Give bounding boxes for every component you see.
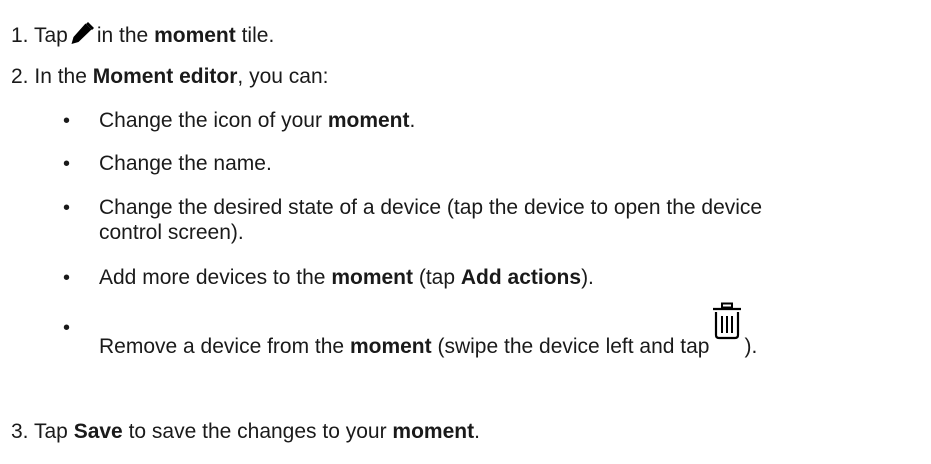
- bullet-marker: •: [63, 317, 71, 339]
- step-2-tail: , you can:: [237, 65, 329, 88]
- step-2-number: 2.: [11, 65, 29, 88]
- bullet-marker: •: [63, 267, 71, 289]
- bullet-1-bold-moment: moment: [327, 109, 410, 132]
- step-1: 1. Tap in the moment tile.: [11, 21, 274, 48]
- step-3-bold-save: Save: [73, 420, 123, 443]
- step-3: 3. Tap Save to save the changes to your …: [11, 420, 480, 444]
- step-3-bold-moment: moment: [392, 420, 475, 443]
- bullet-5-bold-moment: moment: [349, 335, 432, 358]
- bullet-marker: •: [63, 110, 71, 132]
- step-1-text-after: in the: [96, 24, 149, 47]
- bullet-4-tail: ).: [581, 266, 594, 289]
- bullet-4-middle: (tap: [418, 266, 456, 289]
- step-1-number: 1.: [11, 24, 29, 47]
- bullet-change-name: Change the name.: [99, 152, 272, 176]
- trash-icon: [712, 302, 742, 354]
- step-3-text-before: Tap: [33, 420, 68, 443]
- bullet-5-text: Remove a device from the: [99, 335, 345, 358]
- step-1-text-before: Tap: [33, 24, 68, 47]
- step-1-tail: tile.: [241, 24, 275, 47]
- bullet-remove-device: Remove a device from the moment (swipe t…: [99, 302, 758, 359]
- step-1-bold-moment: moment: [154, 24, 236, 47]
- bullet-2-text: Change the name.: [99, 152, 272, 175]
- bullet-1-tail: .: [409, 109, 416, 132]
- bullet-1-text: Change the icon of your: [99, 109, 322, 132]
- bullet-4-text: Add more devices to the: [99, 266, 326, 289]
- bullet-marker: •: [63, 153, 71, 175]
- step-3-tail: .: [474, 420, 480, 443]
- step-2-bold-moment-editor: Moment editor: [92, 65, 238, 88]
- step-2-text-before: In the: [34, 65, 87, 88]
- pencil-icon: [70, 21, 95, 45]
- bullet-marker: •: [63, 197, 71, 219]
- bullet-4-bold-add-actions: Add actions: [460, 266, 582, 289]
- bullet-add-devices: Add more devices to the moment (tap Add …: [99, 266, 594, 290]
- bullet-change-state-line-1: Change the desired state of a device (ta…: [99, 196, 763, 219]
- step-3-middle: to save the changes to your: [128, 420, 387, 443]
- bullet-4-bold-moment: moment: [331, 266, 413, 289]
- bullet-5-middle: (swipe the device left and tap: [437, 335, 710, 358]
- bullet-5-tail: ).: [744, 335, 758, 358]
- step-2: 2. In the Moment editor, you can:: [11, 65, 328, 89]
- step-3-number: 3.: [11, 420, 29, 443]
- bullet-change-icon: Change the icon of your moment.: [99, 109, 415, 133]
- bullet-change-state-line-2: control screen).: [99, 221, 244, 244]
